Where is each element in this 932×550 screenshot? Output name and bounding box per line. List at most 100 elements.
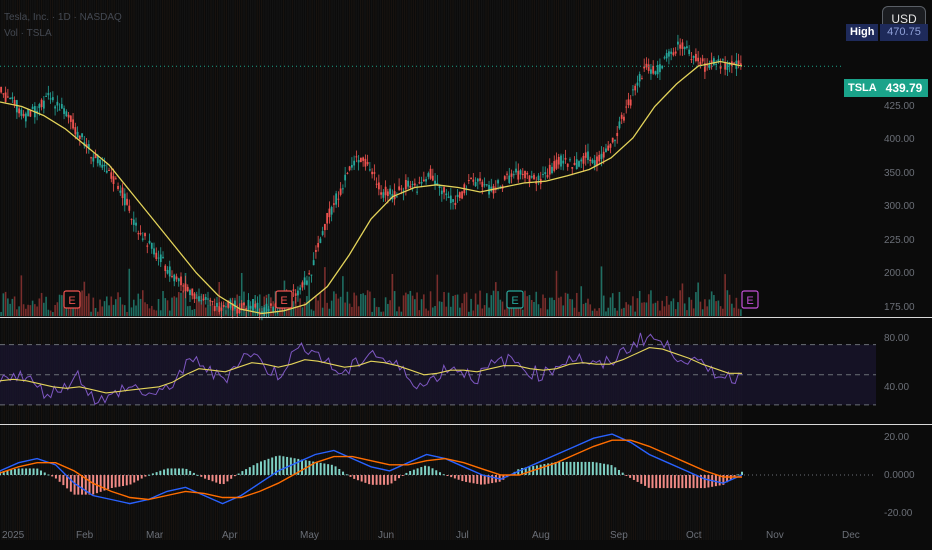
candle-body bbox=[407, 180, 409, 187]
candle-body bbox=[449, 195, 452, 204]
candle-body bbox=[643, 66, 646, 69]
volume-bar bbox=[150, 305, 153, 316]
candle-body bbox=[679, 44, 682, 49]
volume-bar bbox=[605, 311, 607, 316]
volume-bar bbox=[88, 293, 90, 316]
candle-body bbox=[566, 163, 569, 167]
candle-body bbox=[692, 55, 695, 58]
candle-body bbox=[618, 121, 621, 129]
candle-body bbox=[29, 110, 32, 117]
volume-bar bbox=[306, 296, 308, 316]
volume-bar bbox=[645, 302, 648, 316]
volume-bar bbox=[681, 283, 684, 316]
candle-body bbox=[510, 173, 513, 177]
candle-body bbox=[620, 114, 623, 119]
macd-histogram-bar bbox=[81, 475, 84, 495]
macd-histogram-bar bbox=[666, 475, 669, 489]
candle-body bbox=[234, 300, 236, 309]
macd-histogram-bar bbox=[99, 475, 102, 492]
candle-body bbox=[461, 191, 463, 199]
volume-bar bbox=[355, 295, 358, 316]
volume-bar bbox=[49, 310, 52, 316]
macd-histogram-bar bbox=[319, 462, 322, 475]
candle-body bbox=[695, 53, 697, 61]
price-chart-svg[interactable]: EEEE bbox=[0, 0, 932, 550]
pane-divider-macd[interactable] bbox=[0, 424, 932, 425]
pane-divider-rsi[interactable] bbox=[0, 317, 932, 318]
candle-body bbox=[688, 49, 691, 55]
macd-histogram-bar bbox=[36, 468, 39, 475]
macd-histogram-bar bbox=[40, 470, 43, 475]
macd-histogram-bar bbox=[576, 461, 579, 475]
rsi-band bbox=[0, 344, 876, 405]
macd-histogram-bar bbox=[301, 459, 304, 475]
candle-body bbox=[557, 156, 560, 165]
volume-bar bbox=[589, 304, 592, 316]
candle-body bbox=[472, 179, 475, 182]
volume-bar bbox=[353, 292, 355, 316]
candle-body bbox=[225, 306, 227, 308]
candle-body bbox=[9, 97, 12, 99]
macd-histogram-bar bbox=[543, 464, 546, 475]
macd-histogram-bar bbox=[580, 461, 583, 475]
candle-body bbox=[31, 106, 34, 110]
volume-bar bbox=[348, 303, 351, 316]
candle-body bbox=[112, 176, 115, 184]
candle-body bbox=[697, 57, 700, 62]
volume-bar bbox=[463, 293, 466, 316]
macd-histogram-bar bbox=[226, 475, 229, 482]
candle-body bbox=[551, 166, 553, 174]
volume-bar bbox=[497, 291, 499, 316]
volume-bar bbox=[656, 300, 659, 316]
volume-bar bbox=[312, 310, 315, 316]
candle-body bbox=[108, 169, 110, 171]
candle-body bbox=[270, 303, 272, 306]
candle-body bbox=[398, 186, 401, 190]
volume-bar bbox=[441, 301, 443, 316]
macd-histogram-bar bbox=[338, 468, 341, 475]
earnings-marker-label: E bbox=[511, 295, 518, 307]
volume-bar bbox=[168, 310, 171, 316]
macd-histogram-bar bbox=[647, 475, 650, 488]
volume-bar bbox=[537, 304, 540, 316]
candle-body bbox=[150, 242, 153, 249]
macd-histogram-bar bbox=[670, 475, 673, 489]
candle-body bbox=[45, 95, 47, 97]
volume-bar bbox=[162, 291, 164, 316]
macd-histogram-bar bbox=[595, 462, 598, 475]
candle-body bbox=[445, 193, 448, 196]
volume-bar bbox=[663, 306, 666, 316]
macd-histogram-bar bbox=[196, 474, 199, 476]
volume-bar bbox=[362, 293, 364, 316]
volume-bar bbox=[587, 298, 589, 316]
candle-body bbox=[474, 182, 477, 187]
volume-bar bbox=[29, 305, 32, 316]
candle-body bbox=[18, 108, 21, 114]
volume-bar bbox=[402, 295, 405, 316]
candle-body bbox=[328, 208, 331, 218]
candle-body bbox=[371, 171, 374, 175]
candle-body bbox=[427, 173, 430, 177]
volume-bar bbox=[571, 299, 574, 316]
volume-bar bbox=[521, 309, 524, 316]
volume-bar bbox=[643, 302, 645, 316]
macd-histogram-bar bbox=[181, 468, 184, 475]
candle-body bbox=[481, 181, 484, 187]
macd-histogram-bar bbox=[327, 464, 330, 475]
macd-histogram-bar bbox=[88, 475, 91, 495]
candle-body bbox=[166, 269, 169, 274]
macd-histogram-bar bbox=[140, 475, 143, 479]
candle-body bbox=[216, 302, 218, 307]
macd-histogram-bar bbox=[483, 475, 486, 485]
volume-bar bbox=[454, 294, 457, 316]
candle-body bbox=[629, 99, 632, 106]
candle-body bbox=[159, 254, 162, 263]
last-price-label: 439.79 bbox=[880, 79, 928, 97]
y-tick-label: 225.00 bbox=[884, 235, 915, 246]
macd-histogram-bar bbox=[136, 475, 139, 481]
macd-histogram-bar bbox=[584, 461, 587, 475]
macd-histogram-bar bbox=[163, 469, 166, 475]
volume-bar bbox=[490, 295, 493, 316]
macd-histogram-bar bbox=[204, 475, 207, 479]
macd-histogram-bar bbox=[170, 468, 173, 475]
